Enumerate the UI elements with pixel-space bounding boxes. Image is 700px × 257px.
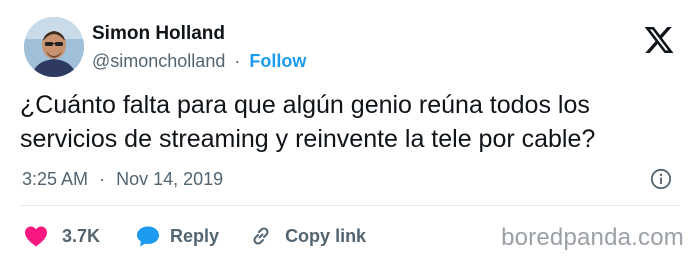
- avatar[interactable]: [24, 17, 84, 77]
- x-logo-icon[interactable]: [642, 24, 676, 56]
- author-handle-row: @simoncholland · Follow: [92, 51, 306, 72]
- divider: [20, 205, 680, 206]
- author-handle[interactable]: @simoncholland: [92, 51, 225, 71]
- author-name[interactable]: Simon Holland: [92, 23, 225, 45]
- reply-bubble-icon: [137, 226, 160, 247]
- copy-link-button[interactable]: Copy link: [249, 224, 366, 248]
- reply-button[interactable]: Reply: [136, 225, 219, 247]
- copy-link-label: Copy link: [285, 225, 367, 246]
- tweet-timestamp[interactable]: 3:25 AM · Nov 14, 2019: [22, 169, 223, 190]
- link-icon: [253, 227, 269, 245]
- reply-label: Reply: [170, 225, 220, 246]
- like-button[interactable]: 3.7K: [24, 225, 100, 247]
- tweet-text: ¿Cuánto falta para que algún genio reúna…: [20, 91, 596, 153]
- heart-icon: [25, 226, 47, 247]
- info-icon[interactable]: [650, 168, 672, 190]
- separator-dot: ·: [234, 51, 241, 71]
- separator-dot: ·: [99, 169, 106, 189]
- tweet-actions: 3.7K Reply Copy link: [24, 222, 366, 250]
- like-count: 3.7K: [62, 225, 101, 246]
- watermark: boredpanda.com: [501, 224, 684, 251]
- tweet-date: Nov 14, 2019: [116, 169, 224, 189]
- tweet-time: 3:25 AM: [22, 169, 89, 189]
- avatar-image: [24, 17, 84, 77]
- follow-button[interactable]: Follow: [249, 51, 306, 71]
